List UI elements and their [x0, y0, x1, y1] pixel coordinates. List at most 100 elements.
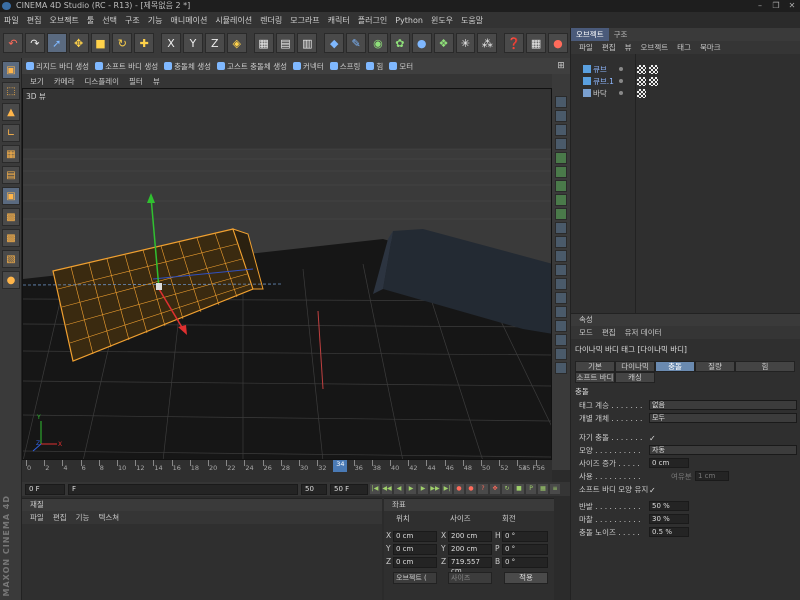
edges-mode-icon[interactable]: ∟ [2, 124, 20, 142]
object-menu-objects[interactable]: 오브젝트 [641, 42, 669, 53]
menu-plugins[interactable]: 플러그인 [358, 15, 387, 26]
margin-field[interactable]: 1 cm [695, 471, 729, 481]
tab-basic[interactable]: 기본 [575, 361, 615, 372]
size-increment-field[interactable]: 0 cm [649, 458, 689, 468]
undo-icon[interactable]: ↶ [3, 33, 23, 53]
pla-key-icon[interactable]: ▦ [538, 484, 548, 494]
viewport-menu-filter[interactable]: 필터 [129, 76, 143, 87]
calculator-icon[interactable]: ▦ [526, 33, 546, 53]
scale-key-icon[interactable]: ■ [514, 484, 524, 494]
z-axis-icon[interactable]: Z [204, 33, 225, 53]
force-button[interactable]: 힘 [366, 61, 383, 72]
timeline-menu-icon[interactable]: ≡ [550, 484, 560, 494]
menu-simulation[interactable]: 시뮬레이션 [215, 15, 252, 26]
dynamics-tag-icon[interactable] [637, 65, 646, 74]
menu-character[interactable]: 캐릭터 [328, 15, 350, 26]
scene-icon[interactable]: ❖ [433, 33, 454, 53]
points-mode-icon[interactable]: ▲ [2, 103, 20, 121]
side-tool-14-icon[interactable] [555, 278, 567, 290]
side-tool-8-icon[interactable] [555, 194, 567, 206]
goto-start-icon[interactable]: |◀ [370, 484, 380, 494]
prev-frame-icon[interactable]: ◀ [394, 484, 404, 494]
apply-button[interactable]: 적용 [504, 572, 548, 584]
maximize-button[interactable]: ❐ [768, 0, 784, 12]
soft-body-button[interactable]: 소프트 바디 생성 [95, 61, 158, 72]
tab-dynamics[interactable]: 다이나믹 [615, 361, 655, 372]
rotation-b-field[interactable]: 0 ° [502, 557, 548, 568]
menu-functions[interactable]: 기능 [148, 15, 163, 26]
inherit-tag-select[interactable]: 없음 [649, 400, 797, 410]
param-key-icon[interactable]: P [526, 484, 536, 494]
rotation-h-field[interactable]: 0 ° [502, 531, 548, 542]
object-menu-edit[interactable]: 편집 [602, 42, 616, 53]
viewport-menu-panel[interactable]: 뷰 [153, 76, 160, 87]
side-tool-11-icon[interactable] [555, 236, 567, 248]
record-icon[interactable]: ● [548, 33, 568, 53]
viewport-layout-icon[interactable]: ⊞ [552, 58, 570, 74]
goto-end-icon[interactable]: ▶| [442, 484, 452, 494]
side-tool-19-icon[interactable] [555, 348, 567, 360]
record-key-icon[interactable]: ● [454, 484, 464, 494]
play-icon[interactable]: ▶ [406, 484, 416, 494]
side-tool-9-icon[interactable] [555, 208, 567, 220]
side-tool-6-icon[interactable] [555, 166, 567, 178]
visibility-dot[interactable] [619, 91, 623, 95]
close-button[interactable]: ✕ [784, 0, 800, 12]
side-tool-15-icon[interactable] [555, 292, 567, 304]
side-tool-7-icon[interactable] [555, 180, 567, 192]
size-y-field[interactable]: 200 cm [448, 544, 492, 555]
workplane-icon[interactable]: ▧ [2, 250, 20, 268]
cube-icon[interactable]: ◆ [324, 33, 345, 53]
particle-icon[interactable]: ✳ [455, 33, 476, 53]
side-tool-20-icon[interactable] [555, 362, 567, 374]
live-select-icon[interactable]: ➚ [46, 33, 67, 53]
auto-key-icon[interactable]: ● [466, 484, 476, 494]
tweak-mode-icon[interactable]: ▩ [2, 208, 20, 226]
end-range-field[interactable]: 50 [301, 483, 327, 495]
side-tool-3-icon[interactable] [555, 124, 567, 136]
menu-animation[interactable]: 애니메이션 [171, 15, 208, 26]
viewport-menu-camera[interactable]: 카메라 [54, 76, 75, 87]
menu-object[interactable]: 오브젝트 [49, 15, 78, 26]
keyframe-selection-icon[interactable]: ? [478, 484, 488, 494]
tab-cache[interactable]: 캐싱 [615, 372, 655, 383]
tab-mass[interactable]: 질량 [695, 361, 735, 372]
connector-button[interactable]: 커넥터 [293, 61, 324, 72]
collider-button[interactable]: 충돌체 생성 [164, 61, 211, 72]
visibility-dot[interactable] [619, 67, 623, 71]
object-menu-bookmarks[interactable]: 북마크 [700, 42, 721, 53]
attribute-menu-userdata[interactable]: 유저 데이터 [625, 327, 662, 338]
position-y-field[interactable]: 0 cm [393, 544, 437, 555]
spring-button[interactable]: 스프링 [329, 61, 360, 72]
next-frame-icon[interactable]: ▶ [418, 484, 428, 494]
coordinate-mode-select[interactable]: 오브젝트 ( [393, 572, 437, 584]
y-axis-icon[interactable]: Y [183, 33, 203, 53]
menu-help[interactable]: 도움말 [461, 15, 483, 26]
ghost-collider-button[interactable]: 고스트 충돌체 생성 [217, 61, 287, 72]
object-row-floor[interactable]: 바닥 [571, 88, 800, 99]
subdivision-icon[interactable]: ◉ [368, 33, 388, 53]
camera-icon[interactable]: ❓ [504, 33, 525, 53]
light-icon[interactable]: ⁂ [477, 33, 498, 53]
side-tool-4-icon[interactable] [555, 138, 567, 150]
texture-mode-icon[interactable]: ⬚ [2, 82, 20, 100]
shape-select[interactable]: 자동 [649, 445, 797, 455]
move-axis-icon[interactable]: ✚ [134, 33, 155, 53]
model-mode-icon[interactable]: ▣ [2, 61, 20, 79]
pen-icon[interactable]: ✎ [346, 33, 366, 53]
render-picture-icon[interactable]: ▤ [275, 33, 296, 53]
redo-icon[interactable]: ↷ [24, 33, 45, 53]
side-tool-5-icon[interactable] [555, 152, 567, 164]
collider-tag-icon[interactable] [637, 89, 646, 98]
menu-window[interactable]: 윈도우 [431, 15, 453, 26]
render-settings-icon[interactable]: ▥ [297, 33, 318, 53]
render-view-icon[interactable]: ▦ [253, 33, 274, 53]
menu-render[interactable]: 렌더링 [260, 15, 282, 26]
attribute-menu-edit[interactable]: 편집 [602, 327, 616, 338]
attribute-menu-mode[interactable]: 모드 [579, 327, 593, 338]
side-tool-17-icon[interactable] [555, 320, 567, 332]
side-tool-13-icon[interactable] [555, 264, 567, 276]
side-tool-2-icon[interactable] [555, 110, 567, 122]
object-row-cube[interactable]: 큐브 [571, 64, 800, 75]
side-tool-18-icon[interactable] [555, 334, 567, 346]
